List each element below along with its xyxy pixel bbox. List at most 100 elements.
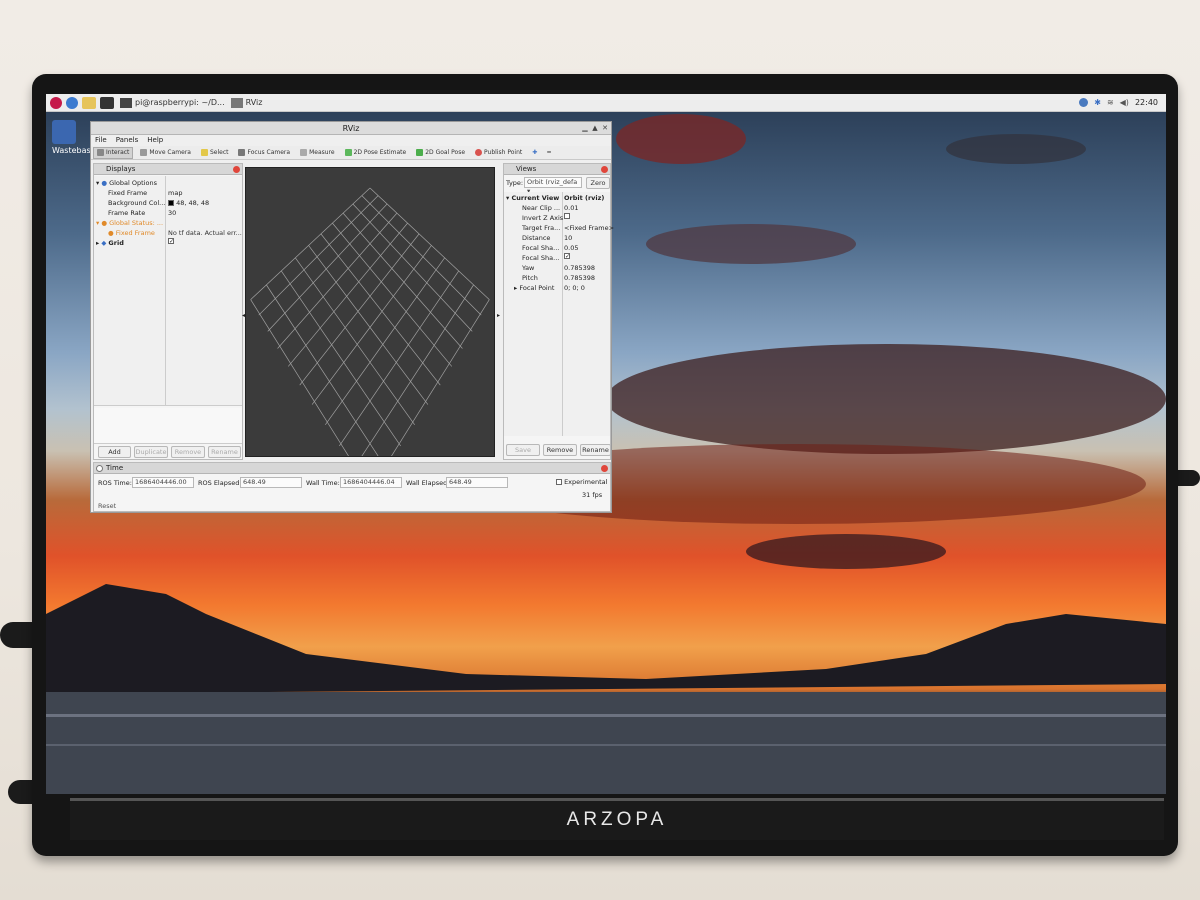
tool-focus-camera[interactable]: Focus Camera xyxy=(235,147,293,159)
checkbox xyxy=(556,479,562,485)
taskbar-task-rviz[interactable]: RViz xyxy=(230,96,262,110)
tool-select[interactable]: Select xyxy=(198,147,232,159)
tool-interact[interactable]: Interact xyxy=(93,146,134,159)
view-row[interactable]: Near Clip ... 0.01 xyxy=(522,203,610,213)
add-tool-button[interactable]: ✚ xyxy=(529,147,540,159)
warning-icon: ● xyxy=(108,229,114,237)
row-name: Distance xyxy=(522,234,551,242)
view-row[interactable]: Focal Sha... 0.05 xyxy=(522,243,610,253)
move-camera-icon xyxy=(140,149,148,156)
focal-shape-checkbox[interactable]: ✓ xyxy=(564,253,570,260)
folder-icon[interactable] xyxy=(82,96,96,109)
tool-2d-pose-estimate[interactable]: 2D Pose Estimate xyxy=(342,147,410,159)
wall-elapsed-field[interactable]: 648.49 xyxy=(446,477,508,488)
zero-button[interactable]: Zero xyxy=(586,177,610,189)
raspberry-menu-icon[interactable] xyxy=(50,96,62,109)
remove-view-button[interactable]: Remove xyxy=(543,444,577,456)
view-row[interactable]: Focal Sha... ✓ xyxy=(522,253,610,263)
reset-button[interactable]: Reset xyxy=(98,501,116,511)
grid-icon: ◆ xyxy=(101,239,107,247)
terminal-icon[interactable] xyxy=(100,96,114,109)
tool-move-camera[interactable]: Move Camera xyxy=(137,147,194,159)
render-viewport[interactable] xyxy=(245,167,495,491)
ros-time-field[interactable]: 1686404446.00 xyxy=(132,477,194,488)
close-icon[interactable] xyxy=(233,166,240,173)
display-row-global-options[interactable]: ▾ ● Global Options xyxy=(96,178,157,188)
row-name: Target Fra... xyxy=(522,224,561,232)
window-titlebar[interactable]: RViz ▁ ▲ ✕ xyxy=(91,122,611,135)
grid-checkbox[interactable]: ✓ xyxy=(168,238,174,245)
ros-elapsed-field[interactable]: 648.49 xyxy=(240,477,302,488)
view-row[interactable]: Target Fra... <Fixed Frame> xyxy=(522,223,614,233)
view-type-select[interactable]: Orbit (rviz_defa ▾ xyxy=(524,177,582,195)
grid-line xyxy=(250,299,371,491)
tool-measure[interactable]: Measure xyxy=(297,147,338,159)
row-name: Fixed Frame xyxy=(108,189,148,197)
rename-view-button[interactable]: Rename xyxy=(580,444,611,456)
tool-label: Focus Camera xyxy=(247,149,291,156)
display-row-status-fixed-frame[interactable]: ● Fixed Frame No tf data. Actual err... xyxy=(108,228,242,238)
volume-icon[interactable]: ◀) xyxy=(1120,98,1129,107)
close-icon[interactable] xyxy=(601,465,608,472)
row-value: 30 xyxy=(168,209,177,217)
remove-button[interactable]: Remove xyxy=(171,446,205,458)
tool-label: Measure xyxy=(309,149,335,156)
pose-estimate-icon xyxy=(344,149,352,156)
display-row-frame-rate[interactable]: Frame Rate 30 xyxy=(108,208,242,218)
wastebasket-icon[interactable] xyxy=(52,120,76,144)
menu-help[interactable]: Help xyxy=(147,135,163,146)
remove-tool-button[interactable]: ━ xyxy=(544,147,554,159)
view-row[interactable]: ▾ Current View Orbit (rviz) xyxy=(506,193,610,203)
update-icon[interactable] xyxy=(1079,98,1089,107)
view-row[interactable]: Distance 10 xyxy=(522,233,610,243)
splitter-right[interactable]: ▸ xyxy=(497,312,500,319)
close-icon[interactable] xyxy=(601,166,608,173)
view-row[interactable]: Invert Z Axis xyxy=(522,213,610,223)
taskbar-task-terminal[interactable]: pi@raspberrypi: ~/D... xyxy=(120,96,225,110)
view-type-label: Type: xyxy=(506,179,524,187)
add-button[interactable]: Add xyxy=(98,446,131,458)
rename-button[interactable]: Rename xyxy=(208,446,241,458)
tool-publish-point[interactable]: Publish Point xyxy=(472,147,525,159)
close-icon[interactable]: ✕ xyxy=(601,124,609,132)
display-row-grid[interactable]: ▸ ◆ Grid ✓ xyxy=(96,238,242,248)
maximize-icon[interactable]: ▲ xyxy=(591,124,599,132)
invert-z-checkbox[interactable] xyxy=(564,213,570,219)
grid-line xyxy=(266,284,387,468)
duplicate-button[interactable]: Duplicate xyxy=(134,446,168,458)
browser-icon[interactable] xyxy=(66,96,78,109)
view-row[interactable]: Yaw 0.785398 xyxy=(522,263,610,273)
menu-bar: File Panels Help xyxy=(91,135,611,146)
ros-time-label: ROS Time: xyxy=(98,479,132,487)
view-row[interactable]: Pitch 0.785398 xyxy=(522,273,610,283)
save-button[interactable]: Save xyxy=(506,444,540,456)
interact-icon xyxy=(97,149,104,156)
grid-line xyxy=(339,270,459,447)
wall-time-field[interactable]: 1686404446.04 xyxy=(340,477,402,488)
menu-panels[interactable]: Panels xyxy=(116,135,139,146)
bluetooth-icon[interactable]: ✱ xyxy=(1094,98,1101,107)
displays-panel: Displays ▾ ● Global Options Fixed Frame m… xyxy=(93,163,243,460)
display-row-fixed-frame[interactable]: Fixed Frame map xyxy=(108,188,242,198)
tool-2d-goal-pose[interactable]: 2D Goal Pose xyxy=(413,147,468,159)
row-name: Grid xyxy=(108,239,124,247)
row-name: Invert Z Axis xyxy=(522,214,564,222)
grid-line xyxy=(258,195,379,316)
select-icon xyxy=(200,149,208,156)
view-row[interactable]: ▸ Focal Point 0; 0; 0 xyxy=(514,283,610,293)
grid-line xyxy=(277,212,398,349)
display-row-background-color[interactable]: Background Col... 48, 48, 48 xyxy=(108,198,242,208)
minimize-icon[interactable]: ▁ xyxy=(581,124,589,132)
terminal-icon xyxy=(120,97,132,108)
experimental-checkbox[interactable]: Experimental xyxy=(556,477,607,487)
row-name: Fixed Frame xyxy=(115,229,155,237)
wifi-icon[interactable]: ≋ xyxy=(1107,98,1114,107)
monitor-brand-logo: ARZOPA xyxy=(566,809,668,830)
window-title: RViz xyxy=(342,124,360,133)
display-row-global-status[interactable]: ▾ ● Global Status: ... xyxy=(96,218,163,228)
goal-pose-icon xyxy=(416,149,424,156)
menu-file[interactable]: File xyxy=(95,135,107,146)
clock: 22:40 xyxy=(1134,98,1158,107)
row-name: Yaw xyxy=(522,264,535,272)
splitter-left[interactable]: ◂ xyxy=(242,312,245,319)
